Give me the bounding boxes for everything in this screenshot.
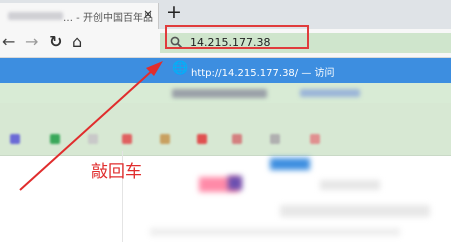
annotation-arrow <box>19 61 163 191</box>
annotation-label: 敲回车 <box>91 162 142 182</box>
